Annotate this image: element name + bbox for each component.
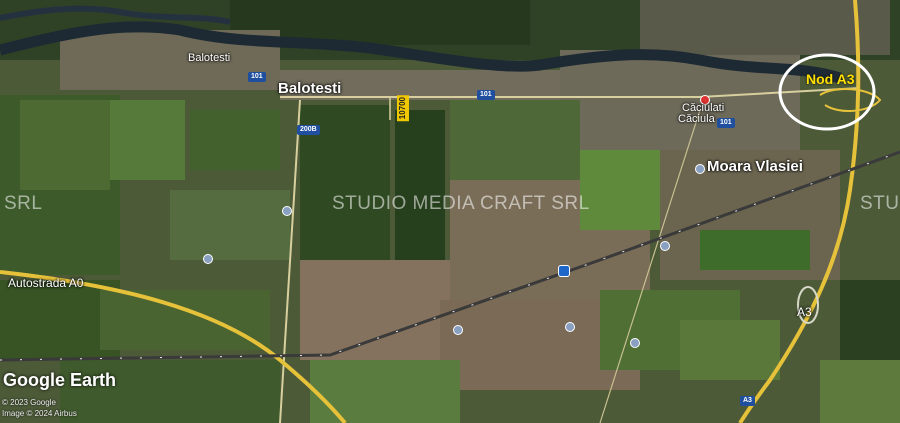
poi-marker[interactable] xyxy=(203,254,213,264)
place-label-moara-vlasiei[interactable]: Moara Vlasiei xyxy=(707,158,803,175)
google-earth-logo: Google Earth xyxy=(3,370,117,390)
satellite-map[interactable]: Balotesti Balotesti Căciulati Căciula Mo… xyxy=(0,0,900,423)
road-shield-200b: 200B xyxy=(297,125,320,135)
watermark-center: STUDIO MEDIA CRAFT SRL xyxy=(332,193,590,214)
road-shield-a3: A3 xyxy=(740,396,755,406)
place-label-balotesti[interactable]: Balotesti xyxy=(278,80,341,97)
watermark-left: SRL xyxy=(4,193,43,214)
place-label-caciulati-2[interactable]: Căciula xyxy=(678,113,715,125)
road-shield-101: 101 xyxy=(717,118,735,128)
road-shield-101: 101 xyxy=(248,72,266,82)
poi-marker[interactable] xyxy=(565,322,575,332)
copyright-line-2: Image © 2024 Airbus xyxy=(2,409,77,418)
place-label-balotesti-small[interactable]: Balotesti xyxy=(188,52,230,64)
railway-station-icon[interactable] xyxy=(558,265,570,277)
poi-marker[interactable] xyxy=(695,164,705,174)
road-label-autostrada-a0[interactable]: Autostrada A0 xyxy=(8,276,83,290)
watermark-right: STU xyxy=(860,193,900,214)
road-shield-101: 101 xyxy=(477,90,495,100)
poi-marker[interactable] xyxy=(282,206,292,216)
road-shield-10700: 10700 xyxy=(397,95,409,122)
copyright-line-1: © 2023 Google xyxy=(2,398,56,407)
poi-marker[interactable] xyxy=(453,325,463,335)
poi-marker[interactable] xyxy=(630,338,640,348)
annotation-nod-a3: Nod A3 xyxy=(806,71,855,87)
road-label-a3[interactable]: A3 xyxy=(797,305,812,319)
poi-marker[interactable] xyxy=(660,241,670,251)
